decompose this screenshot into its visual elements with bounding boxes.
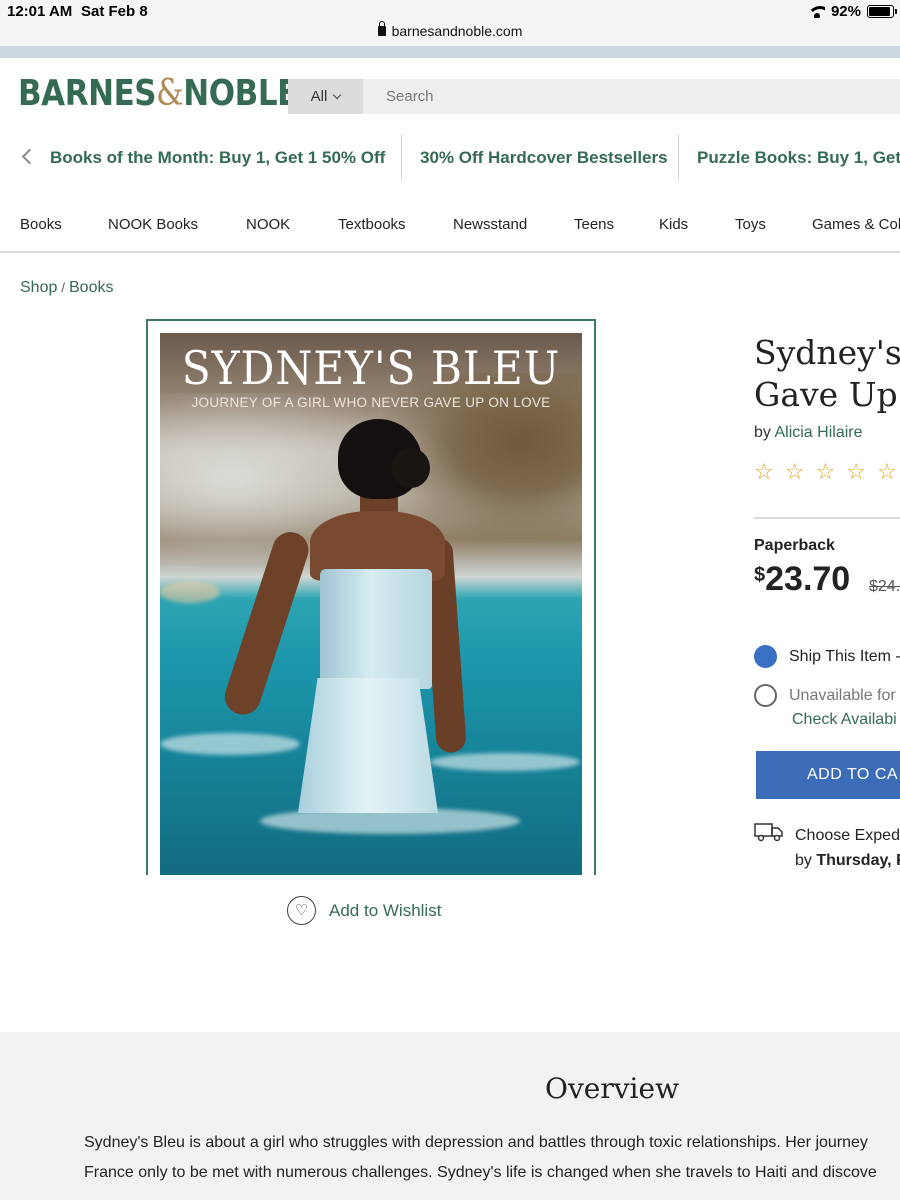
battery-percent: 92% [830, 3, 861, 20]
browser-toolbar-strip [0, 46, 900, 58]
overview-text: Sydney's Bleu is about a girl who strugg… [84, 1134, 877, 1181]
author-link[interactable]: Alicia Hilaire [774, 424, 862, 441]
search-input[interactable] [363, 79, 900, 114]
site-logo[interactable]: BARNES&NOBLE [18, 73, 298, 114]
ship-option[interactable]: Ship This Item - [754, 645, 900, 668]
star-icon: ☆ [784, 459, 805, 484]
breadcrumb: Shop / Books [20, 279, 113, 297]
address-bar[interactable]: barnesandnoble.com [0, 21, 900, 39]
promo-divider [401, 134, 402, 180]
chevron-down-icon [333, 90, 342, 99]
breadcrumb-separator: / [61, 280, 65, 295]
status-time: 12:01 AM [7, 3, 73, 20]
cover-foam [430, 753, 580, 771]
check-availability-link[interactable]: Check Availabi [792, 711, 897, 729]
wishlist-label: Add to Wishlist [329, 900, 442, 920]
pickup-option[interactable]: Unavailable for [754, 684, 896, 707]
nav-divider [0, 251, 900, 253]
breadcrumb-books[interactable]: Books [69, 279, 113, 296]
product-format: Paperback [754, 537, 835, 554]
promo-divider [678, 134, 679, 180]
cover-title: SYDNEY'S BLEU [181, 341, 561, 395]
rating-stars[interactable]: ☆ ☆ ☆ ☆ ☆ [754, 461, 897, 483]
info-divider [754, 517, 900, 519]
nav-nook[interactable]: NOOK [246, 216, 290, 233]
cover-figure-dress [320, 569, 432, 689]
shipping-info: Choose Exped by Thursday, F [795, 827, 900, 869]
truck-icon [754, 823, 783, 842]
promo-link-2[interactable]: 30% Off Hardcover Bestsellers [420, 148, 668, 168]
ship-option-label: Ship This Item - [789, 647, 900, 665]
cover-figure-skirt [298, 678, 438, 813]
url-text: barnesandnoble.com [391, 23, 523, 39]
nav-newsstand[interactable]: Newsstand [453, 216, 527, 233]
star-icon: ☆ [815, 459, 836, 484]
status-bar: 12:01 AM Sat Feb 8 barnesandnoble.com 92… [0, 0, 900, 46]
radio-selected[interactable] [754, 645, 777, 668]
search-category-dropdown[interactable]: All [288, 79, 363, 114]
product-title: Sydney's B Gave Up C [754, 333, 900, 414]
original-price: $24. [869, 578, 900, 595]
add-to-cart-button[interactable]: ADD TO CA [756, 751, 900, 799]
nav-nook-books[interactable]: NOOK Books [108, 216, 198, 233]
nav-kids[interactable]: Kids [659, 216, 688, 233]
category-nav: Books NOOK Books NOOK Textbooks Newsstan… [0, 216, 900, 236]
nav-toys[interactable]: Toys [735, 216, 766, 233]
overview-section: Overview Sydney's Bleu is about a girl w… [0, 1032, 900, 1200]
nav-games-collectibles[interactable]: Games & Coll [812, 216, 900, 233]
cover-subtitle: JOURNEY OF A GIRL WHO NEVER GAVE UP ON L… [191, 395, 551, 410]
promo-link-1[interactable]: Books of the Month: Buy 1, Get 1 50% Off [50, 148, 385, 168]
promo-carousel: Books of the Month: Buy 1, Get 1 50% Off… [0, 134, 900, 182]
wifi-icon [808, 5, 825, 18]
chevron-left-icon[interactable] [21, 148, 38, 165]
pickup-option-label: Unavailable for [789, 686, 896, 704]
product-author: by Alicia Hilaire [754, 424, 863, 441]
breadcrumb-shop[interactable]: Shop [20, 279, 57, 296]
book-cover-image[interactable]: SYDNEY'S BLEU JOURNEY OF A GIRL WHO NEVE… [160, 333, 582, 875]
cover-figure-bun [392, 448, 430, 488]
star-icon: ☆ [846, 459, 866, 484]
nav-textbooks[interactable]: Textbooks [338, 216, 406, 233]
product-price: $23.70 [754, 560, 851, 598]
battery-icon [867, 5, 897, 18]
radio-unselected[interactable] [754, 684, 777, 707]
search-category-label: All [310, 88, 328, 105]
star-icon: ☆ [876, 459, 897, 484]
status-date: Sat Feb 8 [81, 3, 148, 20]
heart-icon: ♡ [287, 896, 316, 925]
search-bar: All [288, 79, 900, 114]
add-to-wishlist[interactable]: ♡ Add to Wishlist [287, 896, 441, 925]
cover-foam [160, 733, 300, 755]
star-icon: ☆ [754, 459, 774, 484]
lock-icon [377, 21, 386, 36]
nav-teens[interactable]: Teens [574, 216, 614, 233]
status-indicators: 92% [808, 3, 897, 20]
cover-foam [160, 581, 220, 603]
promo-link-3[interactable]: Puzzle Books: Buy 1, Get 50 [697, 148, 900, 168]
nav-books[interactable]: Books [20, 216, 62, 233]
overview-title: Overview [545, 1072, 680, 1105]
